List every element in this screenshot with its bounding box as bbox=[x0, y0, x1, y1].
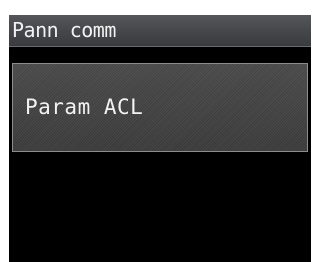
menu-item-label: Param ACL bbox=[25, 95, 144, 119]
device-screen: Pann comm Param ACL bbox=[9, 15, 311, 262]
menu-item-param-acl[interactable]: Param ACL bbox=[12, 63, 308, 152]
title-bar: Pann comm bbox=[9, 15, 311, 47]
screen-title: Pann comm bbox=[12, 18, 116, 42]
